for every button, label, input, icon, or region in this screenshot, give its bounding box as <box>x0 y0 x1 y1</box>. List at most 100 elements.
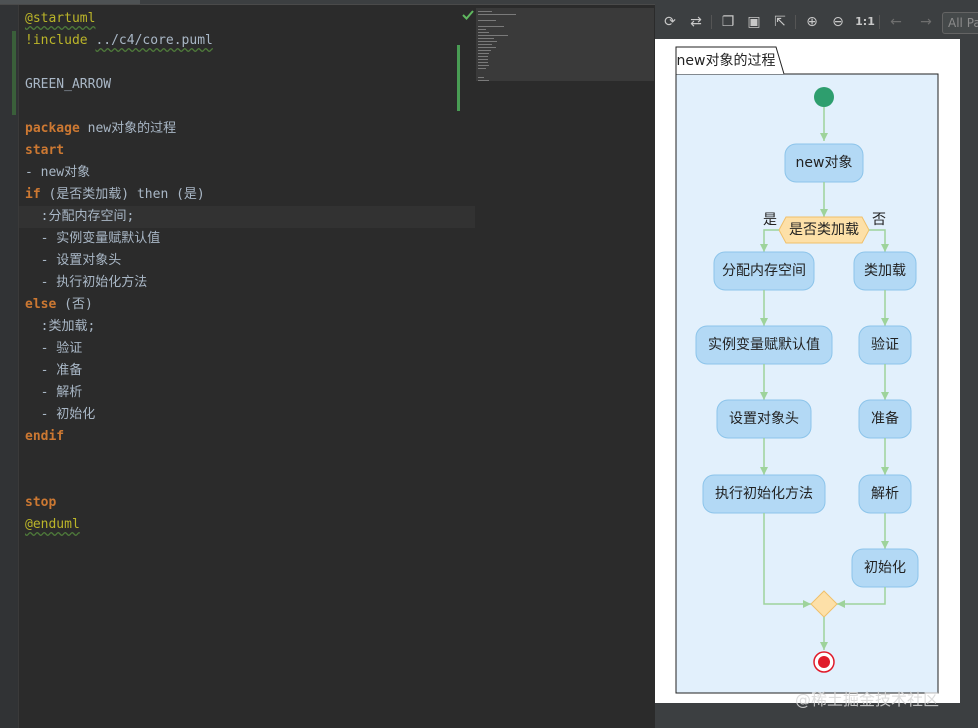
code-token: (是否类加载) then (是) <box>40 187 205 202</box>
minimap-line <box>478 80 490 81</box>
next-page-icon[interactable]: → <box>917 13 935 31</box>
minimap-line <box>478 14 517 15</box>
zoom-out-icon[interactable]: ⊖ <box>829 13 847 31</box>
activity-diagram: new对象的过程 new对象是否类加载是 否分配内存空间实例变量赋默认值设置对象头执… <box>675 46 939 694</box>
minimap-line <box>478 62 488 63</box>
watermark-text: @稀土掘金技术社区 <box>795 690 940 709</box>
open-external-icon[interactable]: ⇱ <box>771 13 789 31</box>
sync-icon[interactable]: ⇄ <box>687 13 705 31</box>
save-icon[interactable]: ▣ <box>745 13 763 31</box>
minimap-line <box>478 32 490 33</box>
page-select[interactable]: All Pa <box>942 12 978 34</box>
code-token: if <box>25 187 41 202</box>
diagram-canvas[interactable]: new对象的过程 new对象是否类加载是 否分配内存空间 实例变量赋默认值 设置对象头执… <box>655 39 960 703</box>
code-line[interactable]: - 验证 <box>25 338 475 360</box>
refresh-icon[interactable]: ⟳ <box>661 13 679 31</box>
active-tab[interactable] <box>0 0 140 4</box>
code-line[interactable] <box>25 52 475 74</box>
code-line[interactable] <box>25 448 475 470</box>
code-line[interactable]: if (是否类加载) then (是) <box>25 184 475 206</box>
code-line[interactable]: endif <box>25 426 475 448</box>
change-marker <box>12 31 16 115</box>
code-line[interactable]: - new对象 <box>25 162 475 184</box>
code-line[interactable]: GREEN_ARROW <box>25 74 475 96</box>
code-line[interactable]: @enduml <box>25 514 475 536</box>
code-token: - 准备 <box>25 363 83 378</box>
code-line[interactable]: - 实例变量赋默认值 <box>25 228 475 250</box>
node-label: 执行初始化方法 <box>715 485 813 502</box>
start-node <box>814 87 834 107</box>
editor-tab-strip <box>0 0 655 5</box>
code-line[interactable] <box>25 470 475 492</box>
code-token: (否) <box>56 297 93 312</box>
code-line[interactable]: - 执行初始化方法 <box>25 272 475 294</box>
toolbar-separator <box>711 15 712 29</box>
code-token: @enduml <box>25 517 80 532</box>
code-line[interactable]: - 准备 <box>25 360 475 382</box>
toolbar-separator <box>879 15 880 29</box>
code-line[interactable]: stop <box>25 492 475 514</box>
actual-size-icon[interactable]: 1:1 <box>855 13 875 31</box>
code-token: new对象的过程 <box>79 121 177 136</box>
minimap-line <box>478 65 490 66</box>
minimap-line <box>478 56 488 57</box>
node-label: 类加载 <box>864 263 906 279</box>
plantuml-preview-panel: ⟳ ⇄ ❐ ▣ ⇱ ⊕ ⊖ 1:1 ← → All Pa new对象的过程 new对象是否类加载是 否分… <box>655 0 978 728</box>
code-token: - new对象 <box>25 165 91 180</box>
code-editor[interactable]: @startuml !include ../c4/core.puml GREEN_A… <box>0 0 655 728</box>
code-token: - 设置对象头 <box>25 253 122 268</box>
minimap-line <box>478 50 491 51</box>
code-token: :分配内存空间; <box>25 209 135 224</box>
code-line[interactable]: - 设置对象头 <box>25 250 475 272</box>
node-label: 分配内存空间 <box>722 263 806 279</box>
code-line[interactable]: - 初始化 <box>25 404 475 426</box>
minimap-line <box>478 29 486 30</box>
minimap-line <box>478 77 485 78</box>
code-line[interactable]: else (否) <box>25 294 475 316</box>
code-line[interactable]: @startuml <box>25 8 475 30</box>
node-label: 初始化 <box>864 559 906 576</box>
scroll-marker <box>457 45 460 111</box>
code-token: stop <box>25 495 57 510</box>
preview-toolbar: ⟳ ⇄ ❐ ▣ ⇱ ⊕ ⊖ 1:1 ← → All Pa <box>655 5 978 39</box>
stop-node-inner <box>818 656 830 668</box>
check-icon <box>462 10 474 20</box>
minimap-line <box>478 11 493 12</box>
editor-gutter <box>0 5 19 728</box>
node-label: 是 <box>763 212 777 228</box>
minimap-line <box>478 53 490 54</box>
node-label: new对象的过程 <box>677 53 776 69</box>
code-line[interactable]: package new对象的过程 <box>25 118 475 140</box>
code-line[interactable] <box>25 96 475 118</box>
minimap-line <box>478 41 498 42</box>
code-line[interactable]: :分配内存空间; <box>19 206 475 228</box>
code-token: else <box>25 297 57 312</box>
prev-page-icon[interactable]: ← <box>887 13 905 31</box>
code-lines[interactable]: @startuml !include ../c4/core.puml GREEN_A… <box>19 8 475 536</box>
node-label: 验证 <box>871 337 899 353</box>
code-token: !include <box>25 33 96 48</box>
code-token: endif <box>25 429 65 444</box>
code-line[interactable]: !include ../c4/core.puml <box>25 30 475 52</box>
code-token: @startuml <box>25 11 96 26</box>
node-label: new对象 <box>796 155 853 171</box>
node-label: 实例变量赋默认值 <box>708 337 820 353</box>
code-token: - 实例变量赋默认值 <box>25 231 161 246</box>
toolbar-separator <box>795 15 796 29</box>
minimap-line <box>478 20 496 21</box>
minimap-line <box>478 44 493 45</box>
code-line[interactable]: :类加载; <box>25 316 475 338</box>
node-label: 是否类加载 <box>789 222 859 238</box>
node-label: 否 <box>872 212 886 228</box>
code-token: - 初始化 <box>25 407 96 422</box>
minimap-line <box>478 26 504 27</box>
node-label: 设置对象头 <box>729 411 799 427</box>
zoom-in-icon[interactable]: ⊕ <box>803 13 821 31</box>
code-line[interactable]: - 解析 <box>25 382 475 404</box>
minimap-line <box>478 38 494 39</box>
minimap-line <box>478 59 488 60</box>
minimap[interactable] <box>476 8 654 81</box>
code-line[interactable]: start <box>25 140 475 162</box>
copy-icon[interactable]: ❐ <box>719 13 737 31</box>
node-label: 准备 <box>871 410 899 427</box>
